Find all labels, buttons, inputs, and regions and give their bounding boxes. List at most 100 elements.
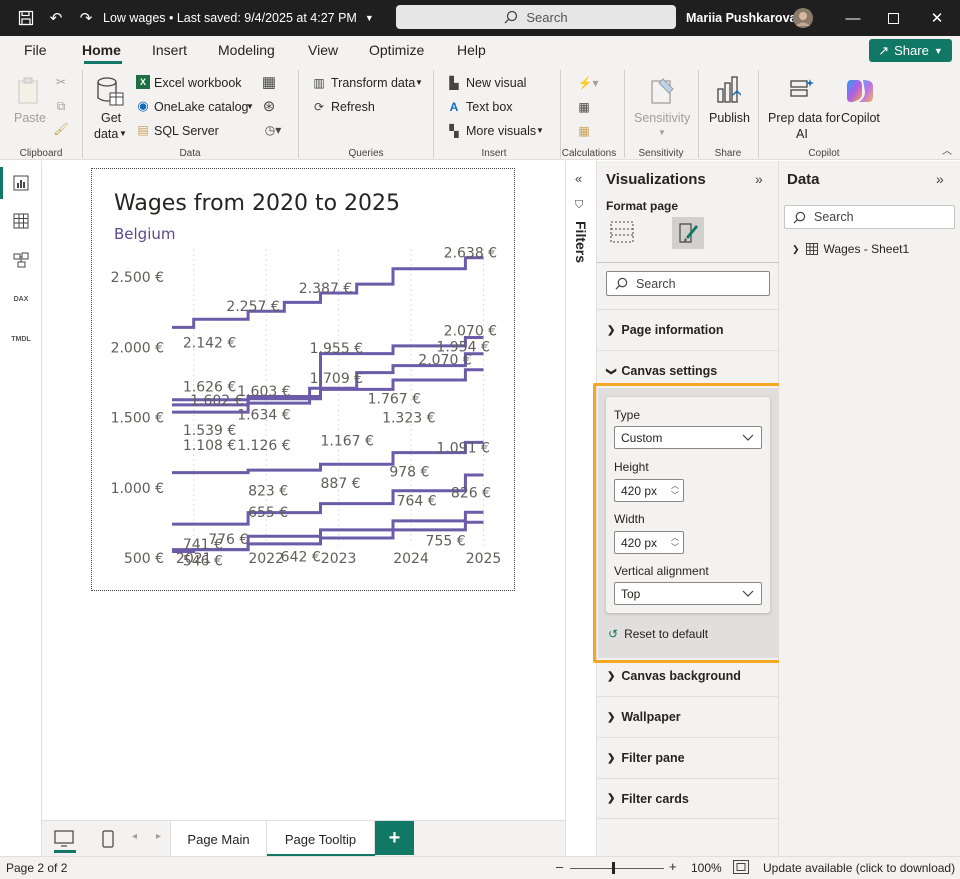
new-visual-button[interactable]: New visual (466, 76, 526, 90)
data-label: 1.955 € (310, 341, 363, 357)
get-data-label-2[interactable]: data (94, 127, 118, 141)
section-page-information[interactable]: ❯ Page information (597, 309, 779, 350)
page-tab-main[interactable]: Page Main (170, 821, 267, 857)
zoom-slider-thumb[interactable] (612, 862, 615, 874)
chevron-right-icon: ❯ (607, 793, 616, 804)
calculation-icon[interactable]: ▦ (576, 123, 592, 139)
section-canvas-background-label: Canvas background (621, 669, 741, 683)
menu-home[interactable]: Home (82, 42, 121, 58)
view-rail: DAX TMDL (0, 161, 42, 856)
menu-modeling[interactable]: Modeling (218, 42, 275, 58)
tmdl-view-icon[interactable]: TMDL (11, 329, 31, 349)
report-view-icon[interactable] (11, 173, 31, 193)
add-page-button[interactable]: + (375, 821, 414, 855)
sensitivity-button[interactable]: Sensitivity (634, 111, 690, 125)
minimize-icon[interactable]: — (838, 0, 868, 36)
table-view-icon[interactable] (11, 211, 31, 231)
redo-icon[interactable]: ↷ (74, 0, 98, 36)
collapse-data-icon[interactable]: » (936, 171, 944, 187)
model-view-icon[interactable] (11, 250, 31, 270)
format-page-icon[interactable] (672, 217, 704, 249)
menu-insert[interactable]: Insert (152, 42, 187, 58)
menu-file[interactable]: File (24, 42, 47, 58)
user-name[interactable]: Mariia Pushkarova (686, 0, 796, 36)
section-canvas-settings-label: Canvas settings (621, 364, 718, 378)
transform-data-button[interactable]: Transform data (331, 76, 415, 90)
maximize-icon[interactable] (878, 0, 908, 36)
collapse-ribbon-icon[interactable]: ︿ (940, 142, 954, 157)
dax-query-view-icon[interactable]: DAX (11, 289, 31, 309)
section-filter-pane[interactable]: ❯ Filter pane (597, 737, 779, 778)
vertical-alignment-dropdown[interactable]: Top (614, 582, 762, 605)
more-visuals-button[interactable]: More visuals (466, 124, 536, 138)
menu-help[interactable]: Help (457, 42, 486, 58)
avatar[interactable] (793, 0, 813, 36)
global-search[interactable]: Search (396, 5, 676, 29)
desktop-layout-icon[interactable] (52, 825, 76, 853)
section-canvas-background[interactable]: ❯ Canvas background (597, 655, 779, 696)
table-item[interactable]: ❯ Wages - Sheet1 (792, 242, 909, 256)
prep-data-label-2[interactable]: AI (796, 127, 808, 141)
zoom-out-button[interactable]: – (556, 859, 563, 874)
chevron-down-icon: ❯ (605, 366, 617, 376)
undo-icon[interactable]: ↶ (44, 0, 68, 36)
vertical-alignment-label: Vertical alignment (614, 564, 709, 578)
new-measure-icon[interactable]: ▦ (576, 99, 592, 115)
width-stepper[interactable]: 420 px ︿ ﹀ (614, 531, 684, 554)
enter-data-icon[interactable]: ▦ (260, 73, 278, 91)
share-button[interactable]: ↗ Share ▼ (869, 39, 952, 62)
active-layout-indicator (54, 850, 76, 853)
document-title[interactable]: Low wages • Last saved: 9/4/2025 at 4:27… (103, 0, 374, 36)
update-available-link[interactable]: Update available (click to download) (763, 861, 955, 875)
ribbon-separator (82, 70, 83, 158)
data-search-input[interactable]: Search (784, 205, 955, 229)
section-wallpaper[interactable]: ❯ Wallpaper (597, 696, 779, 737)
stepper-arrows-icon[interactable]: ︿ ﹀ (671, 481, 679, 501)
height-stepper[interactable]: 420 px ︿ ﹀ (614, 479, 684, 502)
data-label: 2.070 € (444, 323, 497, 339)
save-icon[interactable] (14, 0, 38, 36)
refresh-button[interactable]: Refresh (331, 100, 375, 114)
excel-workbook-button[interactable]: Excel workbook (154, 76, 242, 90)
text-box-button[interactable]: Text box (466, 100, 513, 114)
build-visual-icon[interactable] (609, 219, 635, 245)
prev-page-icon[interactable]: ◂ (132, 831, 137, 842)
fit-to-page-icon[interactable] (733, 860, 749, 874)
format-painter-icon[interactable]: 🖌 (53, 121, 69, 137)
publish-button[interactable]: Publish (709, 111, 750, 125)
zoom-level[interactable]: 100% (691, 861, 722, 875)
menu-optimize[interactable]: Optimize (369, 42, 424, 58)
line-chart-visual[interactable]: Wages from 2020 to 2025 Belgium 2021 2022… (91, 168, 515, 591)
onelake-catalog-button[interactable]: OneLake catalog (154, 100, 249, 114)
dataverse-icon[interactable]: ⊛ (260, 97, 278, 115)
next-page-icon[interactable]: ▸ (156, 831, 161, 842)
stepper-arrows-icon[interactable]: ︿ ﹀ (671, 533, 679, 553)
paste-button[interactable]: Paste (14, 111, 46, 125)
sql-server-button[interactable]: SQL Server (154, 124, 219, 138)
publish-icon (713, 74, 743, 106)
copilot-button[interactable]: Copilot (841, 111, 880, 125)
quick-measure-icon[interactable]: ⚡▾ (576, 75, 600, 91)
visualizations-search-input[interactable]: Search (606, 271, 770, 296)
chevron-down-icon: ▼ (536, 126, 544, 135)
cut-icon[interactable]: ✂ (53, 74, 69, 90)
x-tick-label: 2025 (466, 551, 502, 567)
recent-sources-icon[interactable]: ◷▾ (260, 121, 286, 139)
zoom-slider[interactable] (570, 868, 664, 869)
data-label: 2.070 € (418, 353, 471, 369)
type-dropdown[interactable]: Custom (614, 426, 762, 449)
close-icon[interactable]: ✕ (922, 0, 952, 36)
ribbon-separator (758, 70, 759, 158)
page-tab-tooltip[interactable]: Page Tooltip (267, 821, 375, 857)
copy-icon[interactable]: ⧉ (53, 98, 69, 114)
mobile-layout-icon[interactable] (98, 825, 118, 853)
group-queries-label: Queries (348, 148, 384, 159)
collapse-visualizations-icon[interactable]: » (755, 171, 763, 187)
reset-to-default-button[interactable]: ↺ Reset to default (608, 627, 708, 641)
prep-data-button[interactable]: Prep data for (768, 111, 840, 125)
zoom-in-button[interactable]: + (669, 859, 677, 874)
section-filter-cards[interactable]: ❯ Filter cards (597, 778, 779, 819)
expand-filters-icon[interactable]: « (575, 171, 582, 186)
menu-view[interactable]: View (308, 42, 338, 58)
get-data-label-1[interactable]: Get (101, 111, 121, 125)
